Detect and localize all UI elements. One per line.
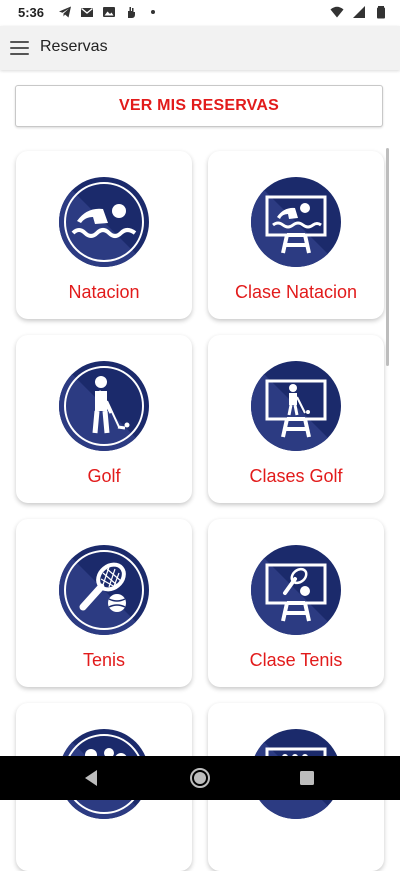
- notification-icons: [58, 5, 160, 19]
- scrollbar[interactable]: [386, 148, 389, 366]
- system-icons: [330, 5, 388, 19]
- card-label: Clases Golf: [249, 466, 343, 486]
- telegram-icon: [59, 6, 71, 18]
- menu-line-icon: [10, 41, 29, 43]
- hand-icon: [128, 7, 135, 18]
- page-title: Reservas: [40, 38, 108, 55]
- card-label: Clase Natacion: [234, 282, 358, 302]
- recents-icon[interactable]: [296, 767, 318, 789]
- battery-icon: [377, 6, 385, 19]
- golf-icon: [59, 361, 149, 451]
- swimming-icon: [59, 177, 149, 267]
- card-tenis[interactable]: Tenis: [16, 519, 192, 687]
- card-label: Tenis: [82, 650, 126, 670]
- swimming-class-icon: [251, 177, 341, 267]
- status-time: 5:36: [18, 5, 45, 20]
- wifi-icon: [330, 6, 344, 18]
- card-clase-natacion[interactable]: Clase Natacion: [208, 151, 384, 319]
- menu-line-icon: [10, 47, 29, 49]
- card-clase-tenis[interactable]: Clase Tenis: [208, 519, 384, 687]
- signal-icon: [353, 6, 365, 18]
- menu-button[interactable]: [8, 37, 32, 59]
- app-bar: Reservas: [0, 26, 400, 70]
- tennis-class-icon: [251, 545, 341, 635]
- dot-icon: [151, 10, 155, 14]
- golf-class-icon: [251, 361, 341, 451]
- back-icon[interactable]: [81, 767, 103, 789]
- card-clases-golf[interactable]: Clases Golf: [208, 335, 384, 503]
- card-golf[interactable]: Golf: [16, 335, 192, 503]
- home-icon[interactable]: [189, 767, 211, 789]
- card-label: Natacion: [68, 282, 140, 302]
- gallery-icon: [103, 7, 115, 17]
- card-natacion[interactable]: Natacion: [16, 151, 192, 319]
- tennis-icon: [59, 545, 149, 635]
- card-label: Golf: [87, 466, 121, 486]
- ver-mis-reservas-button[interactable]: VER MIS RESERVAS: [15, 85, 383, 127]
- card-label: Clase Tenis: [249, 650, 343, 670]
- status-bar: 5:36: [0, 0, 400, 26]
- navigation-bar: [0, 756, 400, 800]
- menu-line-icon: [10, 53, 29, 55]
- gmail-icon: [81, 7, 93, 17]
